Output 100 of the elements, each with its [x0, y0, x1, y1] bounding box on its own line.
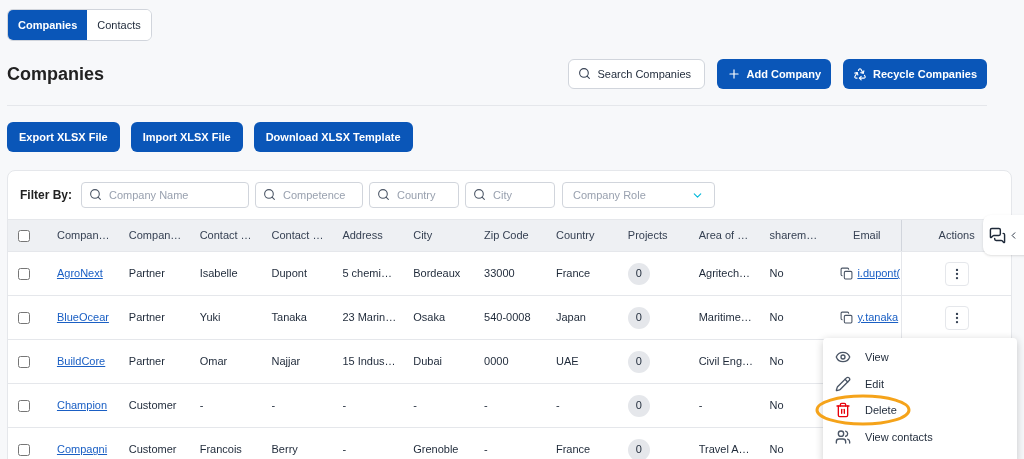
table-cell: 33000	[484, 267, 515, 280]
table-cell: -	[271, 399, 276, 412]
table-cell: 15 Indus…	[342, 355, 396, 368]
column-header[interactable]: Contact …	[199, 227, 252, 244]
column-header[interactable]: Zip Code	[484, 227, 529, 244]
table-cell: Civil Eng…	[698, 355, 754, 368]
row-checkbox[interactable]	[18, 267, 30, 280]
file-button[interactable]: Export XLSX File	[7, 122, 120, 152]
page-title: Companies	[7, 62, 106, 86]
column-header[interactable]: sharem…	[769, 227, 818, 244]
recycle-button[interactable]: Recycle Companies	[843, 59, 987, 89]
table-cell: -	[342, 443, 347, 456]
project-count: 0	[627, 306, 650, 329]
filter-field[interactable]: Country	[369, 182, 459, 208]
table-cell: UAE	[555, 355, 579, 368]
chat-icon	[989, 226, 1006, 244]
table-cell: Agritech…	[698, 267, 751, 280]
menu-item[interactable]: Edit	[823, 370, 1017, 397]
plus-icon	[726, 67, 741, 81]
company-link[interactable]: Compagni	[56, 443, 108, 456]
column-header[interactable]: City	[413, 227, 433, 244]
column-header[interactable]: Compan…	[128, 227, 182, 244]
table-cell: Dubai	[413, 355, 442, 368]
row-checkbox[interactable]	[18, 311, 30, 324]
email-link[interactable]: i.dupont(	[857, 265, 901, 282]
email-link[interactable]: y.tanaka	[857, 309, 899, 326]
copy-icon[interactable]	[840, 311, 854, 324]
table-cell: 0000	[484, 355, 509, 368]
table-cell: Bordeaux	[413, 267, 461, 280]
table-cell: -	[484, 443, 488, 456]
search-icon	[473, 188, 486, 201]
tab[interactable]: Companies	[8, 10, 88, 40]
column-header[interactable]: Address	[342, 227, 383, 244]
chat-toggle[interactable]	[983, 215, 1024, 255]
table-cell: Grenoble	[413, 443, 459, 456]
filter-field[interactable]: City	[465, 182, 555, 208]
project-count: 0	[627, 262, 650, 285]
column-header[interactable]: Compan…	[56, 227, 110, 244]
file-button[interactable]: Download XLSX Template	[253, 122, 413, 152]
file-button[interactable]: Import XLSX File	[130, 122, 243, 152]
filter-label: Filter By:	[20, 187, 72, 204]
company-link[interactable]: Champion	[56, 399, 108, 412]
column-header[interactable]: Contact …	[271, 227, 324, 244]
table-cell: -	[484, 399, 488, 412]
column-header[interactable]: Actions	[938, 227, 975, 244]
column-header[interactable]: Area of …	[698, 227, 749, 244]
table-cell: No	[769, 399, 784, 412]
table-cell: -	[413, 399, 417, 412]
table-cell: 5 chemi…	[342, 267, 392, 280]
copy-icon[interactable]	[840, 267, 854, 280]
table-cell: -	[342, 399, 347, 412]
filter-field[interactable]: Competence	[255, 182, 363, 208]
select-all-checkbox[interactable]	[18, 229, 30, 242]
table-cell: No	[769, 311, 784, 324]
search-field[interactable]: Search Companies	[567, 59, 705, 89]
company-link[interactable]: AgroNext	[56, 267, 103, 280]
table-cell: Berry	[271, 443, 298, 456]
table-cell: No	[769, 355, 784, 368]
table-cell: Japan	[555, 311, 586, 324]
project-count: 0	[627, 394, 650, 417]
table-cell: Francois	[199, 443, 242, 456]
table-cell: Najjar	[271, 355, 301, 368]
table-cell: Tanaka	[271, 311, 307, 324]
table-cell: Maritime…	[698, 311, 752, 324]
column-header[interactable]: Projects	[627, 227, 668, 244]
table-cell: Osaka	[413, 311, 446, 324]
table-cell: Customer	[128, 443, 177, 456]
table-cell: Yuki	[199, 311, 221, 324]
filter-field[interactable]: Company Name	[81, 182, 249, 208]
table-cell: Isabelle	[199, 267, 238, 280]
row-checkbox[interactable]	[18, 399, 30, 412]
table-cell: -	[199, 399, 204, 412]
table-cell: France	[555, 267, 591, 280]
row-checkbox[interactable]	[18, 355, 30, 368]
table-cell: Partner	[128, 311, 165, 324]
table-cell: 23 Marin…	[342, 311, 397, 324]
menu-item[interactable]: Delete	[823, 397, 1017, 424]
search-icon	[89, 188, 102, 201]
row-checkbox[interactable]	[18, 443, 30, 456]
recycle-icon	[853, 67, 868, 81]
table-cell: 540-0008	[484, 311, 531, 324]
menu-item[interactable]: View	[823, 344, 1017, 371]
column-header[interactable]: Email	[853, 227, 881, 244]
company-link[interactable]: BlueOcear	[56, 311, 109, 324]
company-link[interactable]: BuildCore	[56, 355, 106, 368]
people-icon	[835, 428, 851, 445]
menu-item[interactable]: View contacts	[823, 423, 1017, 450]
search-icon	[577, 67, 591, 80]
add-button[interactable]: Add Company	[716, 59, 832, 89]
search-icon	[263, 188, 276, 201]
table-cell: -	[555, 399, 560, 412]
trash-icon	[835, 402, 851, 419]
table-cell: Partner	[128, 267, 165, 280]
table-cell: Omar	[199, 355, 228, 368]
column-header[interactable]: Country	[555, 227, 595, 244]
table-cell: No	[769, 443, 784, 456]
project-count: 0	[627, 350, 650, 373]
table-cell: -	[698, 399, 703, 412]
table-cell: France	[555, 443, 591, 456]
table-cell: Customer	[128, 399, 177, 412]
